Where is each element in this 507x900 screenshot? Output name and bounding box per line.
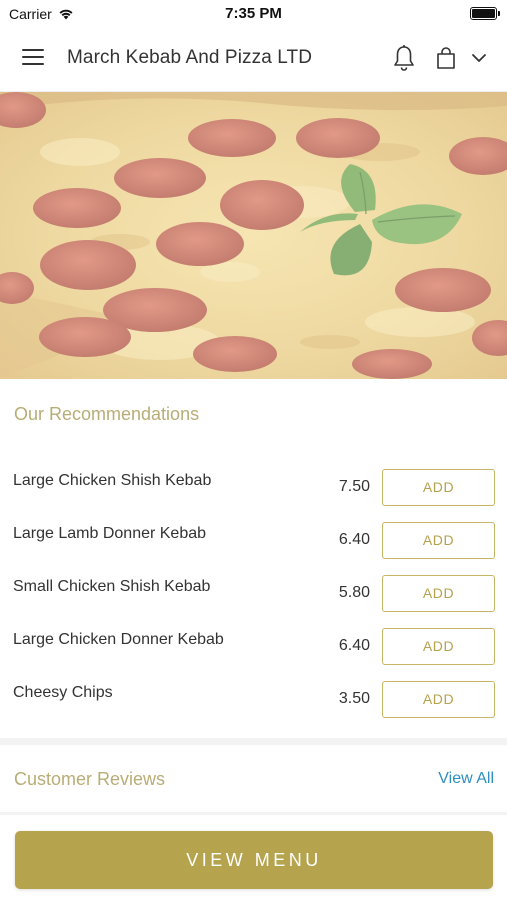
item-name: Large Chicken Donner Kebab: [13, 631, 224, 648]
item-name: Small Chicken Shish Kebab: [13, 578, 211, 595]
status-time: 7:35 PM: [225, 5, 282, 22]
add-button[interactable]: ADD: [382, 469, 495, 506]
view-all-reviews-link[interactable]: View All: [438, 770, 494, 788]
hero-fade-overlay: [0, 92, 507, 379]
item-name: Large Chicken Shish Kebab: [13, 472, 212, 489]
recommendation-row: Small Chicken Shish Kebab 5.80 ADD: [0, 575, 507, 629]
item-name: Large Lamb Donner Kebab: [13, 525, 207, 542]
chevron-down-icon[interactable]: [471, 52, 487, 64]
hamburger-menu-icon[interactable]: [22, 49, 46, 69]
recommendations-title: Our Recommendations: [14, 404, 200, 424]
add-button[interactable]: ADD: [382, 628, 495, 665]
recommendation-row: Large Chicken Shish Kebab 7.50 ADD: [0, 469, 507, 523]
section-divider: [0, 738, 507, 745]
battery-icon: [470, 7, 500, 20]
restaurant-title: March Kebab And Pizza LTD: [67, 47, 313, 68]
item-name: Cheesy Chips: [13, 684, 113, 701]
shopping-bag-icon[interactable]: [435, 46, 457, 70]
status-bar: Carrier 7:35 PM: [0, 0, 507, 26]
recommendation-row: Large Chicken Donner Kebab 6.40 ADD: [0, 628, 507, 682]
reviews-title: Customer Reviews: [14, 769, 166, 789]
add-button[interactable]: ADD: [382, 575, 495, 612]
bell-icon[interactable]: [392, 44, 416, 72]
view-menu-button[interactable]: VIEW MENU: [15, 831, 493, 889]
recommendation-row: Large Lamb Donner Kebab 6.40 ADD: [0, 522, 507, 576]
item-price: 3.50: [338, 690, 370, 707]
app-header: March Kebab And Pizza LTD: [0, 26, 507, 92]
item-price: 6.40: [338, 637, 370, 654]
hero-pizza-image: [0, 92, 507, 379]
item-price: 6.40: [338, 531, 370, 548]
item-price: 5.80: [338, 584, 370, 601]
add-button[interactable]: ADD: [382, 522, 495, 559]
bottom-action-bar: VIEW MENU: [0, 815, 507, 900]
add-button[interactable]: ADD: [382, 681, 495, 718]
item-price: 7.50: [338, 478, 370, 495]
recommendation-row: Cheesy Chips 3.50 ADD: [0, 681, 507, 735]
